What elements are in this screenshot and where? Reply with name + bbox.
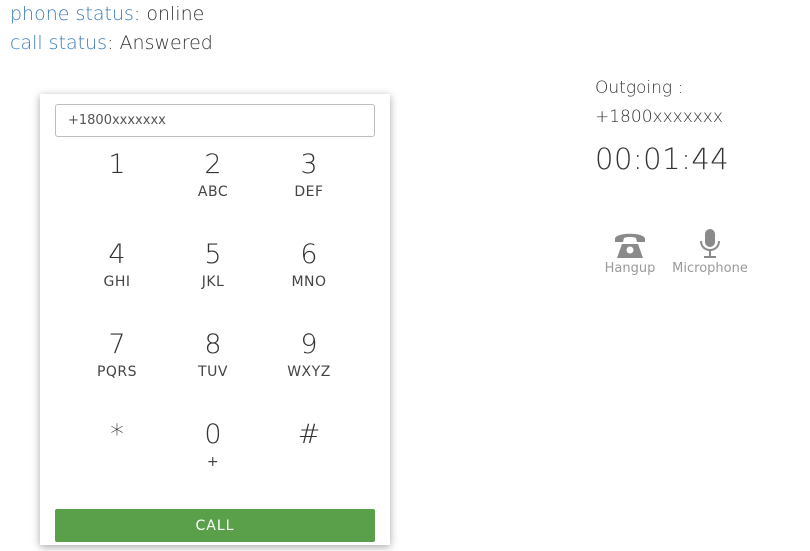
key-digit: 2 xyxy=(204,149,222,180)
key-1[interactable]: 1 xyxy=(69,144,165,234)
key-letters: DEF xyxy=(294,184,324,200)
key-letters: WXYZ xyxy=(287,364,331,380)
phone-status-value: online xyxy=(146,3,205,25)
call-actions: Hangup Microphone xyxy=(600,228,750,278)
phone-hangup-icon xyxy=(600,228,660,260)
key-4[interactable]: 4 GHI xyxy=(69,234,165,324)
key-5[interactable]: 5 JKL xyxy=(165,234,261,324)
key-7[interactable]: 7 PQRS xyxy=(69,324,165,414)
key-letters: PQRS xyxy=(96,364,138,380)
phone-number-input[interactable] xyxy=(55,104,375,137)
key-digit: 1 xyxy=(108,149,126,180)
key-digit: 7 xyxy=(108,329,126,360)
dialer-card: 1 2 ABC 3 DEF 4 GHI 5 JKL 6 MNO 7 PQRS 8 TUV 9 W… xyxy=(40,94,390,545)
key-6[interactable]: 6 MNO xyxy=(261,234,357,324)
key-2[interactable]: 2 ABC xyxy=(165,144,261,234)
call-direction-label: Outgoing : xyxy=(595,78,684,98)
key-0[interactable]: 0 + xyxy=(165,414,261,504)
microphone-label: Microphone xyxy=(672,261,748,276)
call-status: call status: Answered xyxy=(10,32,213,54)
call-status-value: Answered xyxy=(119,32,213,54)
phone-status: phone status: online xyxy=(10,3,205,25)
call-button[interactable]: CALL xyxy=(55,509,375,542)
key-9[interactable]: 9 WXYZ xyxy=(261,324,357,414)
key-letters: GHI xyxy=(103,274,131,290)
call-panel: Outgoing : +1800xxxxxxx 00:01:44 xyxy=(595,74,795,176)
call-number: +1800xxxxxxx xyxy=(595,107,723,127)
key-letters: MNO xyxy=(291,274,327,290)
hangup-label: Hangup xyxy=(604,261,656,276)
key-star[interactable]: * xyxy=(69,414,165,504)
key-digit: 6 xyxy=(300,239,318,270)
key-letters: JKL xyxy=(201,274,225,290)
key-letters: TUV xyxy=(198,364,228,380)
key-digit: 4 xyxy=(108,239,126,270)
status-area: phone status: online call status: Answer… xyxy=(10,0,213,58)
key-digit: 8 xyxy=(204,329,222,360)
key-letters: ABC xyxy=(197,184,229,200)
key-8[interactable]: 8 TUV xyxy=(165,324,261,414)
key-digit: 5 xyxy=(204,239,222,270)
phone-status-label: phone status xyxy=(10,3,134,25)
microphone-button[interactable]: Microphone xyxy=(670,228,750,278)
keypad: 1 2 ABC 3 DEF 4 GHI 5 JKL 6 MNO 7 PQRS 8 TUV 9 W… xyxy=(69,144,357,504)
key-digit: 0 xyxy=(204,419,222,450)
key-digit: * xyxy=(110,419,124,450)
key-letters: + xyxy=(206,454,220,470)
hangup-button[interactable]: Hangup xyxy=(600,228,660,278)
call-status-label: call status xyxy=(10,32,108,54)
key-3[interactable]: 3 DEF xyxy=(261,144,357,234)
key-digit: 3 xyxy=(300,149,318,180)
microphone-icon xyxy=(670,228,750,260)
key-digit: # xyxy=(297,419,321,450)
call-timer: 00:01:44 xyxy=(595,142,730,176)
key-digit: 9 xyxy=(300,329,318,360)
key-hash[interactable]: # xyxy=(261,414,357,504)
